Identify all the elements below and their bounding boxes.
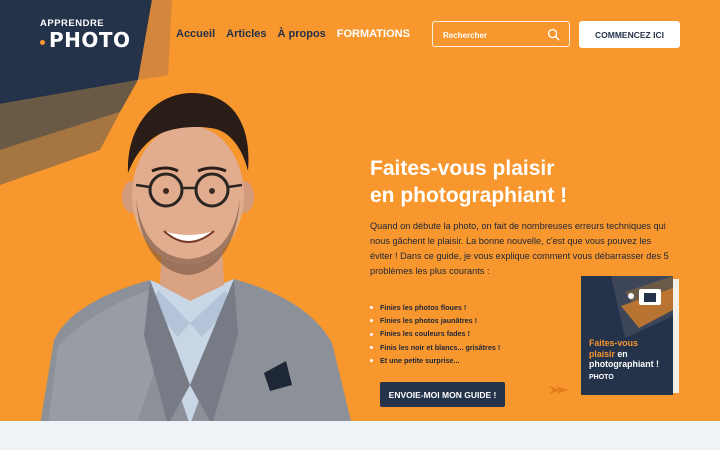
list-item-text: Finies les couleurs fades ! (380, 329, 470, 339)
hero-intro-text: Quand on débute la photo, on fait de nom… (370, 221, 669, 276)
nav-item-a-propos[interactable]: À propos (278, 28, 326, 40)
send-guide-button[interactable]: ENVOIE-MOI MON GUIDE ! (380, 382, 505, 407)
list-item: Et une petite surprise... (370, 354, 500, 367)
nav-item-formations[interactable]: FORMATIONS (337, 28, 410, 40)
search-input[interactable] (443, 28, 543, 42)
book-title-line2b: en (614, 348, 628, 359)
benefits-list: Finies les photos floues ! Finies les ph… (370, 301, 500, 367)
book-title-line1: Faites-vous (589, 338, 638, 348)
list-item-text: Finies les photos jaunâtres ! (380, 316, 478, 326)
search-icon[interactable] (547, 28, 560, 41)
bullet-dot-icon (370, 306, 373, 310)
start-here-button[interactable]: COMMENCEZ ICI (579, 21, 680, 48)
logo-bottom-text: PHOTO (49, 28, 131, 52)
bullet-dot-icon (370, 345, 373, 349)
arrow-right-icon (549, 386, 568, 394)
list-item-text: Finies les photos floues ! (380, 303, 467, 312)
logo-dot (40, 39, 45, 45)
main-nav: Accueil Articles À propos FORMATIONS (176, 28, 410, 40)
site-logo[interactable]: APPRENDRE PHOTO (40, 18, 131, 50)
book-title-line2a: plaisir (589, 348, 615, 359)
list-item: Finies les photos floues ! (370, 301, 500, 314)
book-logo: PHOTO (589, 374, 614, 381)
nav-item-articles[interactable]: Articles (226, 28, 266, 40)
book-title-line3: photographiant ! (589, 359, 659, 369)
bullet-dot-icon (370, 319, 373, 323)
list-item: Finies les couleurs fades ! (370, 327, 500, 340)
search-box (432, 21, 570, 47)
nav-item-accueil[interactable]: Accueil (176, 28, 215, 40)
list-item-text: Finis les noir et blancs... grisâtres ! (380, 342, 501, 352)
book-title: Faites-vous plaisir en photographiant ! (589, 338, 673, 370)
bullet-dot-icon (370, 332, 373, 336)
list-item-text: Et une petite surprise... (380, 355, 460, 365)
author-portrait (40, 93, 352, 425)
hero-title: Faites-vous plaisir en photographiant ! (370, 155, 567, 209)
list-item: Finis les noir et blancs... grisâtres ! (370, 341, 500, 354)
hero-title-line2: en photographiant ! (370, 184, 568, 207)
hero-title-line1: Faites-vous plaisir (370, 157, 555, 180)
bullet-dot-icon (370, 358, 373, 362)
next-section-strip (0, 421, 720, 450)
list-item: Finies les photos jaunâtres ! (370, 314, 500, 327)
